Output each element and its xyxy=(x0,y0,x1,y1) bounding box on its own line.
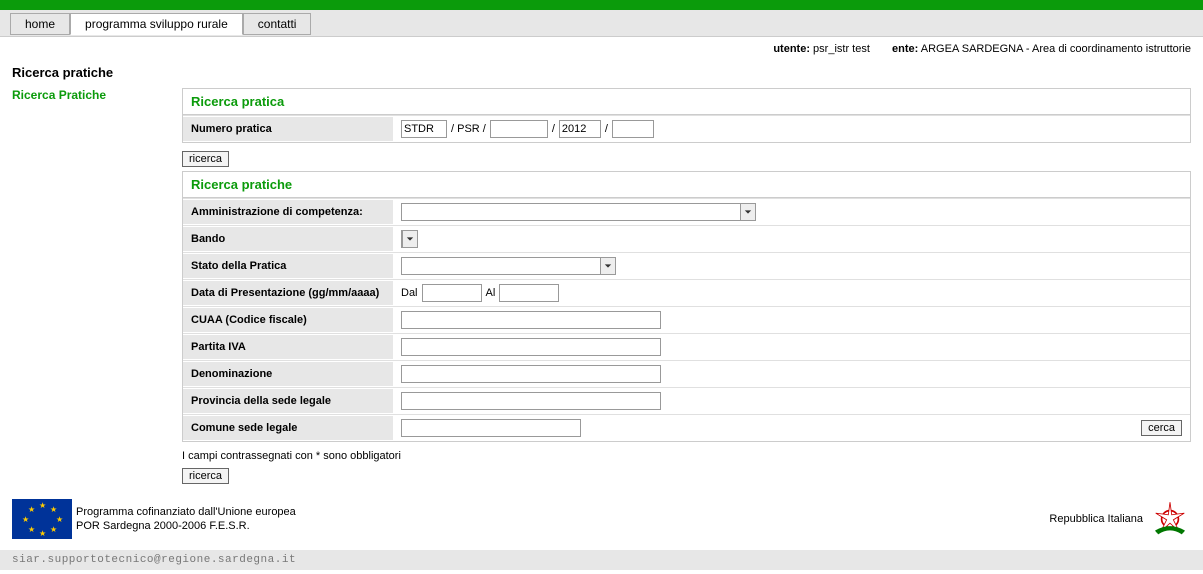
bando-label: Bando xyxy=(183,227,393,251)
numero-sep-3: / xyxy=(605,123,608,135)
comune-label: Comune sede legale xyxy=(183,416,393,440)
repubblica-italiana-label: Repubblica Italiana xyxy=(1049,513,1143,525)
numero-pratica-label: Numero pratica xyxy=(183,117,393,141)
eu-flag-icon: ★ ★ ★ ★ ★ ★ ★ ★ xyxy=(12,499,72,539)
amministrazione-dropdown-button[interactable] xyxy=(740,203,756,221)
numero-seg-4-input[interactable] xyxy=(612,120,654,138)
cerca-button[interactable]: cerca xyxy=(1141,420,1182,436)
contact-email: siar.supportotecnico@regione.sardegna.it xyxy=(12,554,296,566)
cuaa-label: CUAA (Codice fiscale) xyxy=(183,308,393,332)
utente-label: utente: xyxy=(773,43,810,55)
bando-dropdown-button[interactable] xyxy=(402,230,418,248)
partita-iva-input[interactable] xyxy=(401,338,661,356)
denominazione-input[interactable] xyxy=(401,365,661,383)
sidebar: Ricerca Pratiche xyxy=(12,88,162,484)
provincia-label: Provincia della sede legale xyxy=(183,389,393,413)
italian-emblem-icon xyxy=(1149,498,1191,540)
nav-tab-psr[interactable]: programma sviluppo rurale xyxy=(70,13,243,35)
partita-iva-label: Partita IVA xyxy=(183,335,393,359)
chevron-down-icon xyxy=(744,208,752,216)
stato-pratica-dropdown-button[interactable] xyxy=(600,257,616,275)
ente-value: ARGEA SARDEGNA - Area di coordinamento i… xyxy=(921,43,1191,55)
amministrazione-select[interactable] xyxy=(401,203,741,221)
user-info-bar: utente: psr_istr test ente: ARGEA SARDEG… xyxy=(0,37,1203,61)
numero-sep-1: / PSR / xyxy=(451,123,486,135)
dal-label: Dal xyxy=(401,287,418,299)
panel-ricerca-pratiche: Ricerca pratiche Amministrazione di comp… xyxy=(182,171,1191,442)
data-presentazione-label: Data di Presentazione (gg/mm/aaaa) xyxy=(183,281,393,305)
panel-ricerca-pratiche-title: Ricerca pratiche xyxy=(183,172,1190,198)
panel-ricerca-pratica: Ricerca pratica Numero pratica / PSR / /… xyxy=(182,88,1191,143)
panel-ricerca-pratica-title: Ricerca pratica xyxy=(183,89,1190,115)
chevron-down-icon xyxy=(406,235,414,243)
al-label: Al xyxy=(486,287,496,299)
required-fields-note: I campi contrassegnati con * sono obblig… xyxy=(182,450,1191,462)
stato-pratica-select[interactable] xyxy=(401,257,601,275)
ricerca-button-top[interactable]: ricerca xyxy=(182,151,229,167)
provincia-input[interactable] xyxy=(401,392,661,410)
contact-bar: siar.supportotecnico@regione.sardegna.it xyxy=(0,550,1203,570)
data-al-input[interactable] xyxy=(499,284,559,302)
numero-sep-2: / xyxy=(552,123,555,135)
footer: ★ ★ ★ ★ ★ ★ ★ ★ Programma cofinanziato d… xyxy=(12,494,1191,540)
numero-seg-2-input[interactable] xyxy=(490,120,548,138)
numero-seg-0-input[interactable] xyxy=(401,120,447,138)
main-content: Ricerca pratica Numero pratica / PSR / /… xyxy=(182,88,1191,484)
footer-line1: Programma cofinanziato dall'Unione europ… xyxy=(76,505,296,519)
data-dal-input[interactable] xyxy=(422,284,482,302)
sidebar-link-ricerca-pratiche[interactable]: Ricerca Pratiche xyxy=(12,88,162,102)
ricerca-button-bottom[interactable]: ricerca xyxy=(182,468,229,484)
top-green-bar xyxy=(0,0,1203,10)
nav-bar: home programma sviluppo rurale contatti xyxy=(0,10,1203,37)
numero-seg-3-input[interactable] xyxy=(559,120,601,138)
footer-line2: POR Sardegna 2000-2006 F.E.S.R. xyxy=(76,519,296,533)
cuaa-input[interactable] xyxy=(401,311,661,329)
stato-pratica-label: Stato della Pratica xyxy=(183,254,393,278)
amministrazione-label: Amministrazione di competenza: xyxy=(183,200,393,224)
chevron-down-icon xyxy=(604,262,612,270)
comune-input[interactable] xyxy=(401,419,581,437)
nav-tab-contatti[interactable]: contatti xyxy=(243,13,312,35)
nav-tab-home[interactable]: home xyxy=(10,13,70,35)
denominazione-label: Denominazione xyxy=(183,362,393,386)
ente-label: ente: xyxy=(892,43,918,55)
utente-value: psr_istr test xyxy=(813,43,870,55)
page-title: Ricerca pratiche xyxy=(12,65,1191,80)
